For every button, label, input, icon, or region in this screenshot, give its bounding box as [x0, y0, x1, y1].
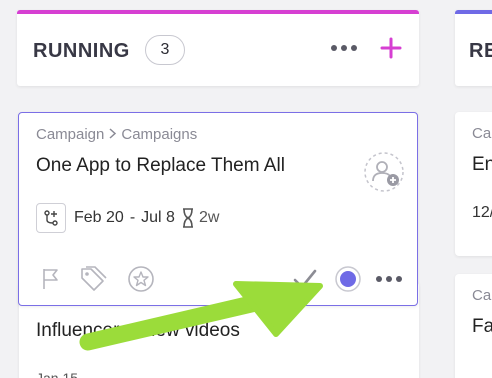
more-horizontal-icon[interactable] — [329, 36, 359, 60]
breadcrumb[interactable]: Ca — [472, 125, 491, 142]
hourglass-icon — [181, 208, 195, 228]
task-card[interactable]: Ca Fa — [455, 274, 492, 378]
column-color-bar — [17, 10, 419, 14]
time-estimate[interactable]: 2w — [199, 209, 219, 227]
task-title[interactable]: One App to Replace Them All — [36, 155, 285, 177]
task-dates: Jan 15 — [36, 370, 79, 378]
column-header-next: RE — [455, 10, 492, 86]
column-title: RUNNING — [33, 40, 130, 62]
breadcrumb[interactable]: Ca — [472, 287, 491, 304]
dependency-icon[interactable] — [36, 203, 66, 233]
flag-icon[interactable] — [35, 263, 67, 295]
date-separator: - — [129, 209, 136, 226]
more-horizontal-icon[interactable] — [373, 263, 405, 295]
tag-icon[interactable] — [77, 263, 109, 295]
column-header-running: RUNNING 3 — [17, 10, 419, 86]
breadcrumb-item[interactable]: Campaigns — [121, 126, 197, 143]
check-icon[interactable] — [289, 263, 321, 295]
column-color-bar — [455, 10, 492, 14]
add-assignee-icon[interactable] — [363, 151, 405, 193]
task-title[interactable]: Fa — [472, 316, 492, 338]
task-meta-row: Feb 20 - Jul 8 2w — [36, 203, 219, 233]
column-title: RE — [469, 40, 492, 62]
task-title[interactable]: Influencer review videos — [36, 320, 240, 342]
breadcrumb[interactable]: Campaign Campaigns — [36, 126, 197, 143]
due-date[interactable]: Jul 8 — [141, 209, 175, 227]
star-icon[interactable] — [125, 263, 157, 295]
task-card-selected[interactable]: Campaign Campaigns One App to Replace The… — [18, 112, 418, 306]
task-dates[interactable]: 12/ — [472, 204, 492, 222]
start-date[interactable]: Feb 20 — [74, 209, 124, 227]
column-count-badge: 3 — [145, 35, 185, 65]
breadcrumb-item[interactable]: Campaign — [36, 126, 104, 143]
chevron-right-icon — [108, 126, 117, 143]
plus-icon[interactable] — [379, 36, 403, 60]
task-card[interactable]: Ca En 12/ — [455, 112, 492, 256]
card-actions — [19, 263, 417, 295]
task-title[interactable]: En — [472, 154, 492, 176]
status-circle-icon[interactable] — [332, 263, 364, 295]
